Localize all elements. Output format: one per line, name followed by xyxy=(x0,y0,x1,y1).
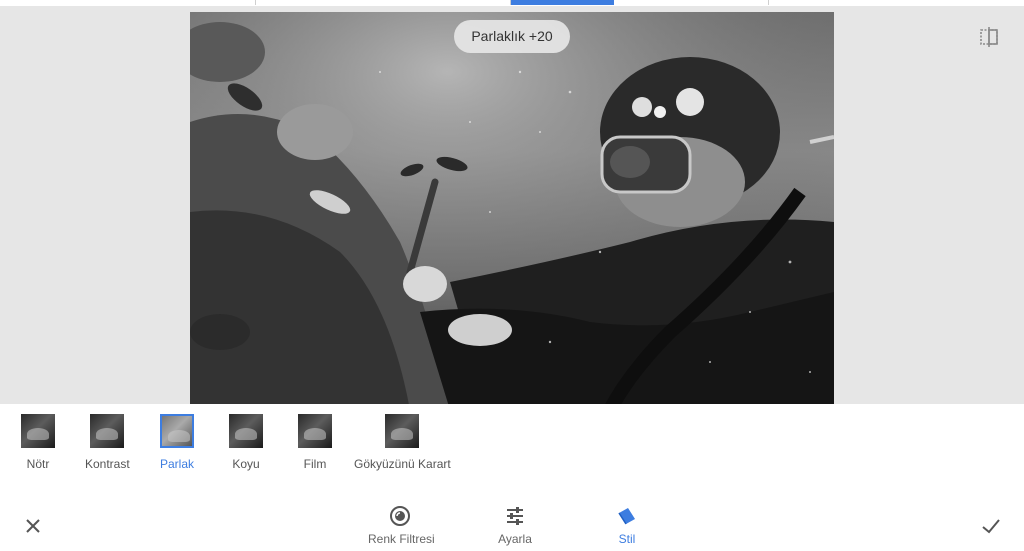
style-preset-kontrast[interactable]: Kontrast xyxy=(85,414,130,471)
tab-color-filter[interactable]: Renk Filtresi xyxy=(368,505,435,546)
cancel-button[interactable] xyxy=(22,515,44,537)
style-thumbnail xyxy=(21,414,55,448)
tab-adjust[interactable]: Ayarla xyxy=(494,505,536,546)
style-thumbnail xyxy=(385,414,420,448)
photo-illustration xyxy=(190,12,834,410)
tab-label: Ayarla xyxy=(498,532,532,546)
adjustment-value-pill: Parlaklık +20 xyxy=(454,20,570,53)
strip-active-segment xyxy=(511,0,614,5)
edited-photo xyxy=(190,12,834,410)
style-thumbnail xyxy=(229,414,263,448)
checkmark-icon xyxy=(982,519,1000,534)
style-preset-koyu[interactable]: Koyu xyxy=(229,414,263,471)
tab-style[interactable]: Stil xyxy=(612,505,642,546)
tab-label: Renk Filtresi xyxy=(368,532,435,546)
color-filter-icon xyxy=(390,506,410,526)
style-thumbnail xyxy=(90,414,125,448)
style-preset-parlak[interactable]: Parlak xyxy=(160,414,194,471)
sliders-icon xyxy=(507,507,523,525)
bottom-toolbar: Renk Filtresi Ayarla Stil xyxy=(0,495,1024,551)
style-preset-notr[interactable]: Nötr xyxy=(21,414,55,471)
compare-split-icon[interactable] xyxy=(978,26,1002,48)
style-label: Koyu xyxy=(232,457,260,471)
style-presets-strip: Nötr Kontrast Parlak Koyu Film Gökyüzünü… xyxy=(0,404,1024,479)
style-label: Kontrast xyxy=(85,457,130,471)
style-label: Film xyxy=(303,457,327,471)
style-icon xyxy=(618,508,635,525)
style-thumbnail xyxy=(160,414,194,448)
apply-button[interactable] xyxy=(979,515,1003,537)
style-label: Gökyüzünü Karart xyxy=(354,457,451,471)
close-icon xyxy=(26,519,40,533)
strip-divider xyxy=(255,0,256,5)
style-label: Nötr xyxy=(26,457,50,471)
strip-divider xyxy=(768,0,769,5)
tab-label: Stil xyxy=(618,532,636,546)
style-preset-gokyuzunu-karart[interactable]: Gökyüzünü Karart xyxy=(354,414,451,471)
style-label: Parlak xyxy=(160,457,195,471)
style-thumbnail xyxy=(298,414,332,448)
photo-canvas-area: Parlaklık +20 xyxy=(0,6,1024,410)
style-preset-film[interactable]: Film xyxy=(298,414,332,471)
